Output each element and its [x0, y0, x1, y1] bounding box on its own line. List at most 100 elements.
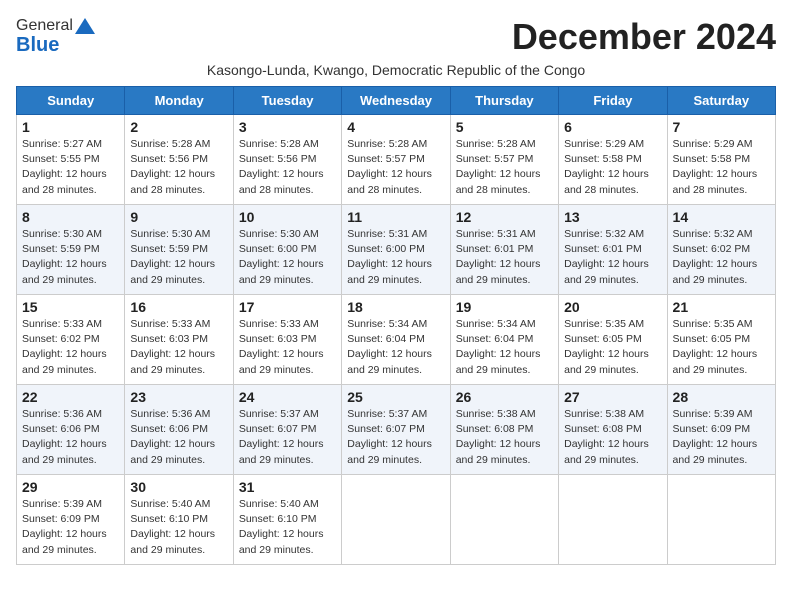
day-number: 5 — [456, 119, 553, 135]
day-content: Sunrise: 5:38 AMSunset: 6:08 PMDaylight:… — [564, 407, 661, 468]
calendar-day-cell: 31 Sunrise: 5:40 AMSunset: 6:10 PMDayligh… — [233, 475, 341, 565]
day-content: Sunrise: 5:40 AMSunset: 6:10 PMDaylight:… — [239, 497, 336, 558]
calendar-day-cell: 21Sunrise: 5:35 AMSunset: 6:05 PMDayligh… — [667, 295, 775, 385]
day-number: 21 — [673, 299, 770, 315]
calendar-day-cell: 8 Sunrise: 5:30 AMSunset: 5:59 PMDaylight… — [17, 205, 125, 295]
day-content: Sunrise: 5:37 AMSunset: 6:07 PMDaylight:… — [347, 407, 444, 468]
day-number: 6 — [564, 119, 661, 135]
day-number: 25 — [347, 389, 444, 405]
calendar-day-cell: 15Sunrise: 5:33 AMSunset: 6:02 PMDayligh… — [17, 295, 125, 385]
weekday-header-cell: Monday — [125, 87, 233, 115]
day-content: Sunrise: 5:30 AMSunset: 5:59 PMDaylight:… — [22, 227, 119, 288]
day-number: 29 — [22, 479, 119, 495]
logo-general-text: General — [16, 17, 73, 35]
calendar-day-cell: 18Sunrise: 5:34 AMSunset: 6:04 PMDayligh… — [342, 295, 450, 385]
day-number: 11 — [347, 209, 444, 225]
day-content: Sunrise: 5:28 AMSunset: 5:56 PMDaylight:… — [239, 137, 336, 198]
day-content: Sunrise: 5:40 AMSunset: 6:10 PMDaylight:… — [130, 497, 227, 558]
day-number: 17 — [239, 299, 336, 315]
day-number: 13 — [564, 209, 661, 225]
logo: General Blue — [16, 16, 95, 57]
calendar-body: 1 Sunrise: 5:27 AMSunset: 5:55 PMDaylight… — [17, 115, 776, 565]
day-number: 2 — [130, 119, 227, 135]
calendar-day-cell: 26 Sunrise: 5:38 AMSunset: 6:08 PMDayligh… — [450, 385, 558, 475]
day-number: 28 — [673, 389, 770, 405]
day-content: Sunrise: 5:31 AMSunset: 6:01 PMDaylight:… — [456, 227, 553, 288]
weekday-header-cell: Wednesday — [342, 87, 450, 115]
month-title: December 2024 — [512, 16, 776, 58]
weekday-header-cell: Saturday — [667, 87, 775, 115]
weekday-header-cell: Tuesday — [233, 87, 341, 115]
logo-blue-text: Blue — [16, 34, 59, 57]
calendar-day-cell: 6Sunrise: 5:29 AMSunset: 5:58 PMDaylight… — [559, 115, 667, 205]
day-content: Sunrise: 5:39 AMSunset: 6:09 PMDaylight:… — [22, 497, 119, 558]
calendar-week-row: 22 Sunrise: 5:36 AMSunset: 6:06 PMDayligh… — [17, 385, 776, 475]
weekday-header-cell: Thursday — [450, 87, 558, 115]
calendar-day-cell: 3Sunrise: 5:28 AMSunset: 5:56 PMDaylight… — [233, 115, 341, 205]
day-content: Sunrise: 5:36 AMSunset: 6:06 PMDaylight:… — [130, 407, 227, 468]
day-number: 16 — [130, 299, 227, 315]
calendar-day-cell: 4Sunrise: 5:28 AMSunset: 5:57 PMDaylight… — [342, 115, 450, 205]
calendar-day-cell: 25 Sunrise: 5:37 AMSunset: 6:07 PMDayligh… — [342, 385, 450, 475]
day-content: Sunrise: 5:32 AMSunset: 6:02 PMDaylight:… — [673, 227, 770, 288]
day-number: 26 — [456, 389, 553, 405]
day-number: 9 — [130, 209, 227, 225]
day-number: 30 — [130, 479, 227, 495]
day-content: Sunrise: 5:29 AMSunset: 5:58 PMDaylight:… — [673, 137, 770, 198]
calendar-day-cell: 23 Sunrise: 5:36 AMSunset: 6:06 PMDayligh… — [125, 385, 233, 475]
calendar-day-cell: 10Sunrise: 5:30 AMSunset: 6:00 PMDayligh… — [233, 205, 341, 295]
calendar-day-cell: 17 Sunrise: 5:33 AMSunset: 6:03 PMDayligh… — [233, 295, 341, 385]
day-number: 7 — [673, 119, 770, 135]
day-content: Sunrise: 5:33 AMSunset: 6:03 PMDaylight:… — [130, 317, 227, 378]
calendar-day-cell: 29 Sunrise: 5:39 AMSunset: 6:09 PMDayligh… — [17, 475, 125, 565]
calendar-day-cell — [450, 475, 558, 565]
day-content: Sunrise: 5:28 AMSunset: 5:56 PMDaylight:… — [130, 137, 227, 198]
day-content: Sunrise: 5:30 AMSunset: 6:00 PMDaylight:… — [239, 227, 336, 288]
day-content: Sunrise: 5:30 AMSunset: 5:59 PMDaylight:… — [130, 227, 227, 288]
day-content: Sunrise: 5:33 AMSunset: 6:02 PMDaylight:… — [22, 317, 119, 378]
day-content: Sunrise: 5:27 AMSunset: 5:55 PMDaylight:… — [22, 137, 119, 198]
calendar-week-row: 29 Sunrise: 5:39 AMSunset: 6:09 PMDayligh… — [17, 475, 776, 565]
calendar-day-cell — [667, 475, 775, 565]
day-number: 20 — [564, 299, 661, 315]
calendar-day-cell: 14Sunrise: 5:32 AMSunset: 6:02 PMDayligh… — [667, 205, 775, 295]
day-content: Sunrise: 5:28 AMSunset: 5:57 PMDaylight:… — [456, 137, 553, 198]
calendar-day-cell: 27Sunrise: 5:38 AMSunset: 6:08 PMDayligh… — [559, 385, 667, 475]
calendar-day-cell: 16 Sunrise: 5:33 AMSunset: 6:03 PMDayligh… — [125, 295, 233, 385]
day-number: 1 — [22, 119, 119, 135]
calendar-day-cell: 30 Sunrise: 5:40 AMSunset: 6:10 PMDayligh… — [125, 475, 233, 565]
calendar-day-cell: 12 Sunrise: 5:31 AMSunset: 6:01 PMDayligh… — [450, 205, 558, 295]
day-content: Sunrise: 5:31 AMSunset: 6:00 PMDaylight:… — [347, 227, 444, 288]
day-number: 22 — [22, 389, 119, 405]
day-number: 31 — [239, 479, 336, 495]
weekday-header-row: SundayMondayTuesdayWednesdayThursdayFrid… — [17, 87, 776, 115]
calendar-day-cell: 19Sunrise: 5:34 AMSunset: 6:04 PMDayligh… — [450, 295, 558, 385]
calendar-day-cell: 13 Sunrise: 5:32 AMSunset: 6:01 PMDayligh… — [559, 205, 667, 295]
day-content: Sunrise: 5:33 AMSunset: 6:03 PMDaylight:… — [239, 317, 336, 378]
calendar-subtitle: Kasongo-Lunda, Kwango, Democratic Republ… — [16, 62, 776, 78]
day-content: Sunrise: 5:32 AMSunset: 6:01 PMDaylight:… — [564, 227, 661, 288]
page-header: General Blue December 2024 — [16, 16, 776, 58]
calendar-week-row: 1 Sunrise: 5:27 AMSunset: 5:55 PMDaylight… — [17, 115, 776, 205]
day-number: 8 — [22, 209, 119, 225]
calendar-day-cell — [342, 475, 450, 565]
calendar-day-cell: 11 Sunrise: 5:31 AMSunset: 6:00 PMDayligh… — [342, 205, 450, 295]
day-content: Sunrise: 5:38 AMSunset: 6:08 PMDaylight:… — [456, 407, 553, 468]
calendar-day-cell: 9 Sunrise: 5:30 AMSunset: 5:59 PMDaylight… — [125, 205, 233, 295]
day-number: 18 — [347, 299, 444, 315]
calendar-day-cell: 2 Sunrise: 5:28 AMSunset: 5:56 PMDaylight… — [125, 115, 233, 205]
day-content: Sunrise: 5:36 AMSunset: 6:06 PMDaylight:… — [22, 407, 119, 468]
calendar-week-row: 15Sunrise: 5:33 AMSunset: 6:02 PMDayligh… — [17, 295, 776, 385]
calendar-week-row: 8 Sunrise: 5:30 AMSunset: 5:59 PMDaylight… — [17, 205, 776, 295]
logo-icon — [75, 16, 95, 36]
calendar-day-cell: 1 Sunrise: 5:27 AMSunset: 5:55 PMDaylight… — [17, 115, 125, 205]
day-content: Sunrise: 5:39 AMSunset: 6:09 PMDaylight:… — [673, 407, 770, 468]
calendar-day-cell: 22 Sunrise: 5:36 AMSunset: 6:06 PMDayligh… — [17, 385, 125, 475]
day-content: Sunrise: 5:37 AMSunset: 6:07 PMDaylight:… — [239, 407, 336, 468]
calendar-table: SundayMondayTuesdayWednesdayThursdayFrid… — [16, 86, 776, 565]
calendar-day-cell: 5 Sunrise: 5:28 AMSunset: 5:57 PMDaylight… — [450, 115, 558, 205]
calendar-day-cell: 7 Sunrise: 5:29 AMSunset: 5:58 PMDaylight… — [667, 115, 775, 205]
day-number: 23 — [130, 389, 227, 405]
calendar-day-cell: 24Sunrise: 5:37 AMSunset: 6:07 PMDayligh… — [233, 385, 341, 475]
day-number: 12 — [456, 209, 553, 225]
